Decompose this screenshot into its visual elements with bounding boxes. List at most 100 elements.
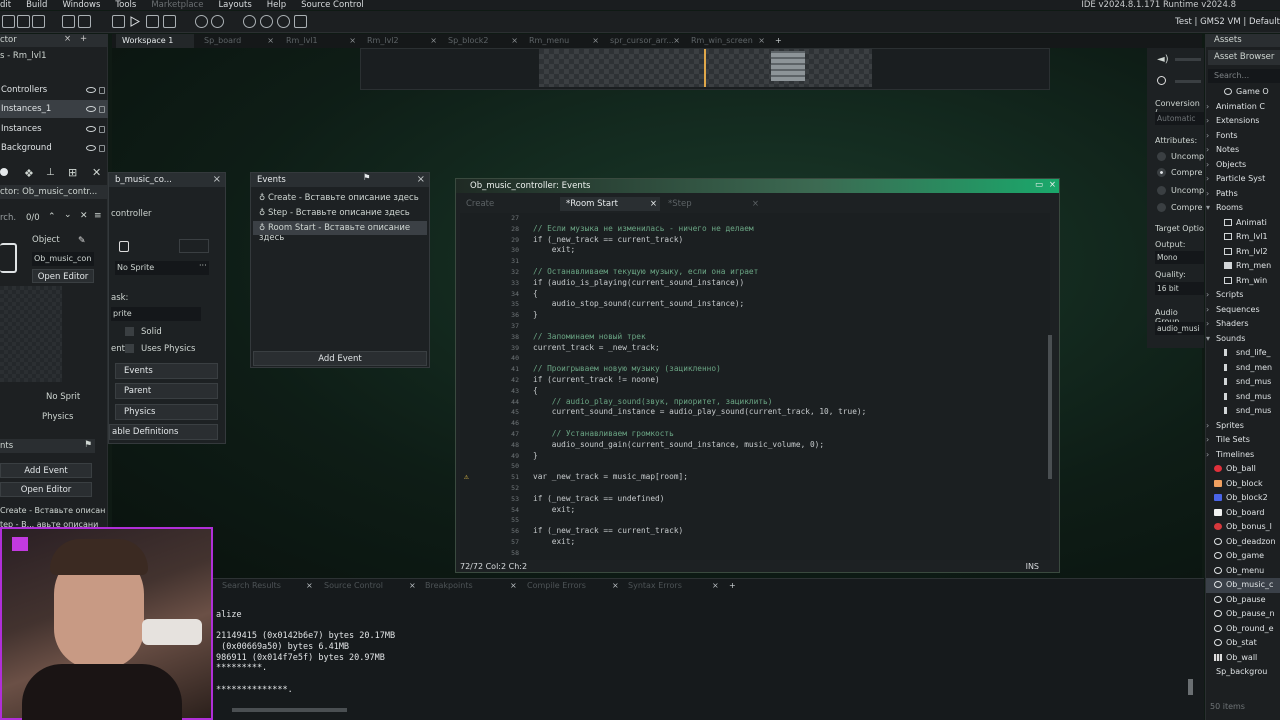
code-line[interactable]: 51 var _new_track = music_map[room]; ⚠ bbox=[460, 472, 1050, 483]
code-line[interactable]: 53 if (_new_track == undefined) bbox=[460, 494, 1050, 505]
asset-item[interactable]: Sp_backgrou bbox=[1206, 665, 1280, 680]
tab-compile-errors[interactable]: Compile Errors bbox=[527, 581, 586, 593]
asset-item[interactable]: › Paths bbox=[1206, 187, 1280, 202]
menu-edit[interactable]: dit bbox=[0, 0, 11, 10]
radio-compressed[interactable] bbox=[1157, 168, 1166, 177]
close-icon[interactable]: ✕ bbox=[80, 211, 88, 221]
clean-build-icon[interactable] bbox=[163, 15, 176, 28]
mask-select[interactable]: prite bbox=[111, 307, 201, 321]
tab-sp-board[interactable]: Sp_board × bbox=[198, 34, 276, 48]
add-tab-icon[interactable]: + bbox=[729, 581, 736, 593]
add-event-button[interactable]: Add Event bbox=[0, 463, 92, 478]
scrollbar[interactable] bbox=[1048, 335, 1052, 479]
flag-icon[interactable]: ⚑ bbox=[363, 173, 371, 183]
close-icon[interactable]: × bbox=[64, 34, 71, 44]
solid-checkbox[interactable] bbox=[125, 327, 134, 336]
close-icon[interactable]: × bbox=[213, 174, 221, 185]
asset-item[interactable]: snd_mus bbox=[1206, 375, 1280, 390]
tab-sp-block2[interactable]: Sp_block2 × bbox=[442, 34, 520, 48]
save-icon[interactable] bbox=[32, 15, 45, 28]
asset-item[interactable]: snd_mus bbox=[1206, 390, 1280, 405]
close-icon[interactable]: × bbox=[409, 581, 416, 593]
code-line[interactable]: 46 bbox=[460, 418, 1050, 429]
asset-item[interactable]: Rm_lvl2 bbox=[1206, 245, 1280, 260]
menu-icon[interactable]: ≡ bbox=[94, 211, 102, 221]
close-icon[interactable]: × bbox=[510, 581, 517, 593]
code-line[interactable]: 50 bbox=[460, 461, 1050, 472]
chevron-icon[interactable]: ▾ bbox=[1206, 334, 1210, 343]
asset-item[interactable]: › Animation C bbox=[1206, 100, 1280, 115]
sprite-select[interactable]: No Sprite bbox=[115, 261, 209, 275]
flag-icon[interactable]: ⚑ bbox=[84, 440, 92, 450]
event-create[interactable]: ♁ Create - Вставьте описание здесь bbox=[253, 191, 427, 205]
run-icon[interactable] bbox=[128, 15, 141, 28]
chevron-icon[interactable]: › bbox=[1206, 450, 1209, 459]
clean-icon[interactable] bbox=[78, 15, 91, 28]
asset-item[interactable]: › Fonts bbox=[1206, 129, 1280, 144]
asset-item[interactable]: › Timelines bbox=[1206, 448, 1280, 463]
code-line[interactable]: 56 if (_new_track == current_track) bbox=[460, 526, 1050, 537]
close-icon[interactable]: × bbox=[673, 36, 680, 45]
menu-source-control[interactable]: Source Control bbox=[301, 0, 364, 10]
close-icon[interactable]: × bbox=[650, 199, 657, 209]
asset-item[interactable]: Ob_wall bbox=[1206, 651, 1280, 666]
asset-item[interactable]: Ob_deadzon bbox=[1206, 535, 1280, 550]
close-icon[interactable]: × bbox=[417, 174, 425, 185]
code-line[interactable]: 57 exit; bbox=[460, 537, 1050, 548]
chevron-icon[interactable]: › bbox=[1206, 435, 1209, 444]
code-line[interactable]: 52 bbox=[460, 483, 1050, 494]
asset-item[interactable]: Ob_ball bbox=[1206, 462, 1280, 477]
menu-help[interactable]: Help bbox=[267, 0, 286, 10]
tab-source-control[interactable]: Source Control bbox=[324, 581, 383, 593]
asset-item[interactable]: ▾ Rooms bbox=[1206, 201, 1280, 216]
tab-workspace-1[interactable]: Workspace 1 bbox=[116, 34, 194, 48]
asset-item[interactable]: snd_mus bbox=[1206, 404, 1280, 419]
code-line[interactable]: 48 audio_sound_gain(current_sound_instan… bbox=[460, 440, 1050, 451]
eye-icon[interactable] bbox=[86, 145, 96, 151]
asset-item[interactable]: Ob_board bbox=[1206, 506, 1280, 521]
code-line[interactable]: 58 bbox=[460, 548, 1050, 559]
code-line[interactable]: 43 { bbox=[460, 386, 1050, 397]
asset-item[interactable]: › Shaders bbox=[1206, 317, 1280, 332]
radio-uncompress-stream[interactable] bbox=[1157, 186, 1166, 195]
pitch-slider[interactable] bbox=[1175, 80, 1201, 83]
asset-item[interactable]: › Scripts bbox=[1206, 288, 1280, 303]
chevron-icon[interactable]: › bbox=[1206, 290, 1209, 299]
physics-button[interactable]: Physics bbox=[115, 404, 218, 420]
tab-step[interactable]: *Step × bbox=[662, 197, 762, 211]
volume-slider[interactable] bbox=[1175, 58, 1201, 61]
object-name-field[interactable]: Ob_music_con bbox=[32, 252, 94, 266]
tab-rm-menu[interactable]: Rm_menu × bbox=[523, 34, 601, 48]
new-icon[interactable] bbox=[2, 15, 15, 28]
add-layer-icon[interactable]: ⊞ bbox=[68, 166, 77, 179]
close-icon[interactable]: × bbox=[758, 36, 765, 45]
object-name[interactable]: controller bbox=[111, 209, 152, 219]
code-line[interactable]: 38 // Запоминаем новый трек bbox=[460, 332, 1050, 343]
code-line[interactable]: 47 // Устанавливаем громкость bbox=[460, 429, 1050, 440]
close-icon[interactable]: × bbox=[612, 581, 619, 593]
close-icon[interactable]: × bbox=[511, 36, 518, 45]
event-step[interactable]: ♁ Step - Вставьте описание здесь bbox=[253, 206, 427, 220]
debug-icon[interactable] bbox=[112, 15, 125, 28]
menu-tools[interactable]: Tools bbox=[115, 0, 136, 10]
code-line[interactable]: 42 if (current_track != noone) bbox=[460, 375, 1050, 386]
open-editor-button[interactable]: Open Editor bbox=[32, 269, 94, 283]
code-line[interactable]: 35 audio_stop_sound(current_sound_instan… bbox=[460, 299, 1050, 310]
horizontal-scrollbar[interactable] bbox=[232, 708, 347, 712]
code-line[interactable]: 36} bbox=[460, 310, 1050, 321]
code-line[interactable]: 41 // Проигрываем новую музыку (зацикленн… bbox=[460, 364, 1050, 375]
lock-icon[interactable] bbox=[99, 144, 105, 152]
chevron-icon[interactable]: › bbox=[1206, 116, 1209, 125]
lock-icon[interactable] bbox=[99, 86, 105, 94]
asset-item[interactable]: Ob_block bbox=[1206, 477, 1280, 492]
code-line[interactable]: 54 exit; bbox=[460, 505, 1050, 516]
layer-background[interactable]: Background bbox=[0, 139, 108, 157]
tab-breakpoints[interactable]: Breakpoints bbox=[425, 581, 473, 593]
code-line[interactable]: 39 current_track = _new_track; bbox=[460, 343, 1050, 354]
delete-layer-icon[interactable]: ✕ bbox=[92, 166, 101, 179]
variable-definitions-button[interactable]: able Definitions bbox=[109, 424, 218, 440]
asset-layer-icon[interactable]: ❖ bbox=[24, 167, 34, 180]
asset-item[interactable]: › Objects bbox=[1206, 158, 1280, 173]
chevron-icon[interactable]: › bbox=[1206, 174, 1209, 183]
asset-item[interactable]: Animati bbox=[1206, 216, 1280, 231]
